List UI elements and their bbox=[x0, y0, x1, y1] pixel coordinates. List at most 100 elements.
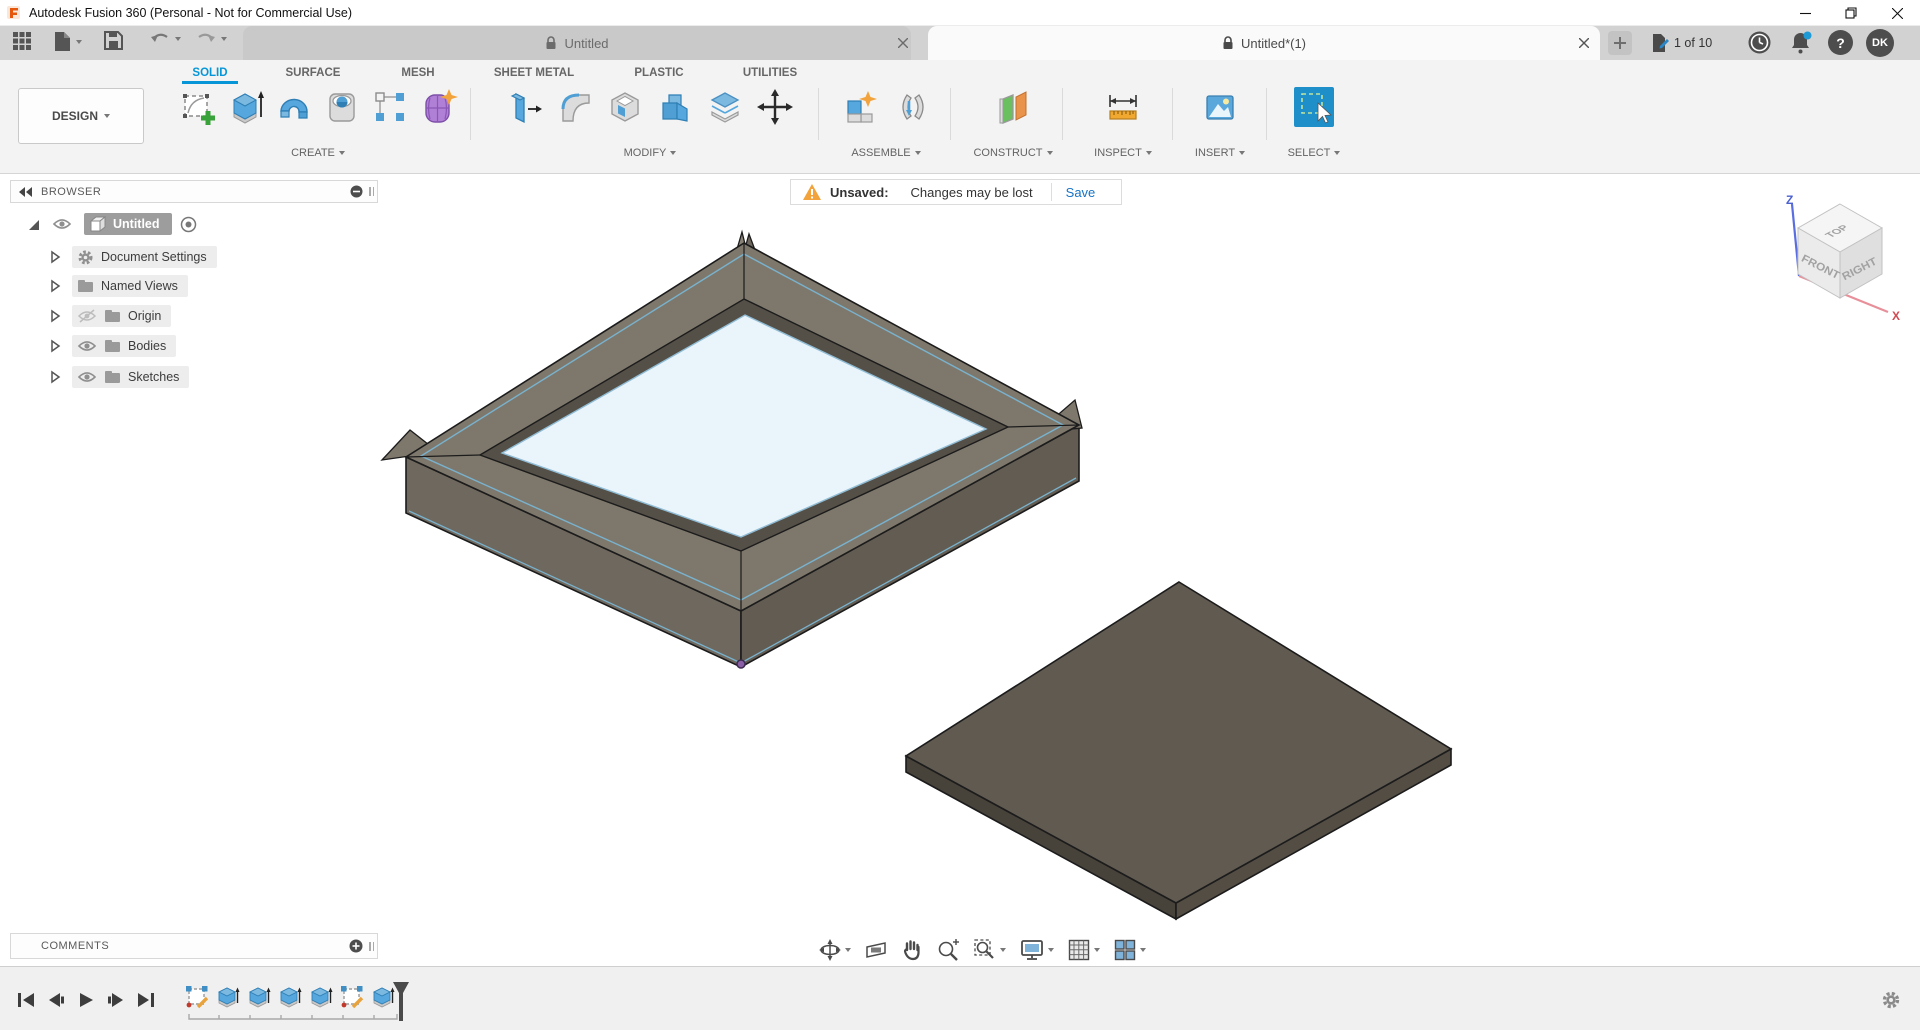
timeline-feature-sketch-2[interactable] bbox=[340, 985, 364, 1009]
fit-button[interactable] bbox=[973, 938, 1006, 962]
revolve-button[interactable] bbox=[274, 87, 314, 127]
chevron-right-icon[interactable] bbox=[50, 370, 61, 384]
group-label-modify[interactable]: MODIFY bbox=[505, 147, 795, 159]
timeline-feature-sketch-1[interactable] bbox=[185, 985, 209, 1009]
chevron-right-icon[interactable] bbox=[50, 339, 61, 353]
zoom-button[interactable] bbox=[936, 938, 960, 962]
new-tab-button[interactable] bbox=[1608, 31, 1632, 55]
minimize-button[interactable] bbox=[1782, 0, 1828, 26]
timeline-step-back-button[interactable] bbox=[45, 989, 67, 1011]
viewports-button[interactable] bbox=[1113, 938, 1146, 962]
save-button[interactable] bbox=[104, 31, 123, 50]
document-tab-untitled-1-active[interactable]: Untitled*(1) bbox=[928, 26, 1600, 60]
timeline-go-to-start-button[interactable] bbox=[15, 989, 37, 1011]
undo-button[interactable] bbox=[150, 31, 181, 47]
browser-item-document-settings[interactable]: Document Settings bbox=[50, 246, 217, 268]
joint-button[interactable] bbox=[892, 87, 932, 127]
restore-button[interactable] bbox=[1828, 0, 1874, 26]
redo-button[interactable] bbox=[196, 31, 227, 47]
file-menu-button[interactable] bbox=[54, 31, 82, 52]
rectangular-pattern-button[interactable] bbox=[370, 87, 410, 127]
browser-item-bodies[interactable]: Bodies bbox=[50, 335, 176, 357]
visibility-eye-icon[interactable] bbox=[77, 370, 97, 384]
look-at-button[interactable] bbox=[864, 939, 888, 961]
document-tab-untitled[interactable]: Untitled bbox=[243, 26, 911, 60]
pan-button[interactable] bbox=[901, 938, 923, 962]
timeline-settings-gear-icon[interactable] bbox=[1881, 990, 1901, 1010]
tab-plastic[interactable]: PLASTIC bbox=[625, 64, 693, 82]
create-sketch-button[interactable] bbox=[178, 87, 218, 127]
group-label-create[interactable]: CREATE bbox=[178, 147, 458, 159]
timeline-play-button[interactable] bbox=[75, 989, 97, 1011]
workspace-selector[interactable]: DESIGN bbox=[18, 88, 144, 144]
new-component-button[interactable] bbox=[840, 87, 880, 127]
group-label-insert[interactable]: INSERT bbox=[1178, 147, 1262, 159]
orbit-button[interactable] bbox=[818, 938, 851, 962]
tab-sheet-metal[interactable]: SHEET METAL bbox=[487, 64, 581, 82]
visibility-off-eye-icon[interactable] bbox=[77, 309, 97, 323]
viewcube[interactable]: TOP FRONT RIGHT Z X bbox=[1778, 190, 1918, 325]
timeline-feature-extrude-4[interactable] bbox=[309, 985, 333, 1009]
offset-face-button[interactable] bbox=[705, 87, 745, 127]
press-pull-button[interactable] bbox=[505, 87, 545, 127]
browser-panel-header[interactable]: BROWSER bbox=[10, 180, 378, 203]
combine-button[interactable] bbox=[655, 87, 695, 127]
help-icon[interactable]: ? bbox=[1828, 30, 1853, 55]
browser-collapse-all-icon[interactable] bbox=[350, 185, 363, 198]
timeline-step-forward-button[interactable] bbox=[105, 989, 127, 1011]
timeline-feature-extrude-2[interactable] bbox=[247, 985, 271, 1009]
extrude-button[interactable] bbox=[226, 87, 266, 127]
select-button[interactable] bbox=[1294, 87, 1334, 127]
timeline-go-to-end-button[interactable] bbox=[135, 989, 157, 1011]
add-comment-icon[interactable] bbox=[349, 939, 363, 953]
close-tab-2-icon[interactable] bbox=[1576, 35, 1592, 51]
construct-plane-button[interactable] bbox=[993, 87, 1033, 127]
group-label-inspect[interactable]: INSPECT bbox=[1078, 147, 1168, 159]
user-avatar[interactable]: DK bbox=[1866, 29, 1894, 57]
apps-grid-icon[interactable] bbox=[12, 31, 32, 51]
tab-utilities[interactable]: UTILITIES bbox=[735, 64, 805, 82]
collapse-panel-icon[interactable] bbox=[19, 187, 33, 197]
chevron-right-icon[interactable] bbox=[50, 279, 61, 293]
browser-item-sketches[interactable]: Sketches bbox=[50, 366, 189, 388]
tab-mesh[interactable]: MESH bbox=[395, 64, 441, 82]
visibility-eye-icon[interactable] bbox=[52, 217, 72, 231]
display-settings-button[interactable] bbox=[1019, 938, 1054, 962]
measure-button[interactable] bbox=[1103, 87, 1143, 127]
comments-resize-grip[interactable] bbox=[369, 942, 374, 951]
browser-resize-grip[interactable] bbox=[369, 187, 374, 196]
browser-root-chip[interactable]: Untitled bbox=[84, 213, 172, 235]
job-status-icon[interactable] bbox=[1747, 30, 1772, 55]
document-tab-bar: Untitled Untitled*(1) 1 of 10 ? bbox=[0, 26, 1920, 60]
grid-settings-button[interactable] bbox=[1067, 938, 1100, 962]
fillet-button[interactable] bbox=[555, 87, 595, 127]
comments-panel-header[interactable]: COMMENTS bbox=[10, 933, 378, 959]
move-copy-button[interactable] bbox=[755, 87, 795, 127]
document-edit-icon bbox=[1652, 33, 1669, 53]
timeline-feature-extrude-3[interactable] bbox=[278, 985, 302, 1009]
chevron-right-icon[interactable] bbox=[50, 250, 61, 264]
activate-component-radio-icon[interactable] bbox=[180, 216, 197, 233]
browser-root-row[interactable]: Untitled bbox=[26, 213, 197, 235]
timeline-feature-extrude-1[interactable] bbox=[216, 985, 240, 1009]
browser-item-origin[interactable]: Origin bbox=[50, 305, 171, 327]
group-label-construct[interactable]: CONSTRUCT bbox=[968, 147, 1058, 159]
group-label-select[interactable]: SELECT bbox=[1272, 147, 1356, 159]
shell-button[interactable] bbox=[605, 87, 645, 127]
expand-arrow-icon[interactable] bbox=[26, 217, 41, 232]
save-link[interactable]: Save bbox=[1066, 185, 1096, 200]
browser-item-named-views[interactable]: Named Views bbox=[50, 275, 188, 297]
tab-solid[interactable]: SOLID bbox=[184, 64, 236, 82]
close-tab-1-icon[interactable] bbox=[895, 35, 911, 51]
insert-canvas-button[interactable] bbox=[1200, 87, 1240, 127]
tab-label: Untitled*(1) bbox=[1241, 36, 1306, 51]
hole-button[interactable] bbox=[322, 87, 362, 127]
chevron-right-icon[interactable] bbox=[50, 309, 61, 323]
notifications-bell-icon[interactable] bbox=[1788, 30, 1813, 55]
group-label-assemble[interactable]: ASSEMBLE bbox=[840, 147, 932, 159]
create-form-button[interactable] bbox=[418, 87, 458, 127]
close-window-button[interactable] bbox=[1874, 0, 1920, 26]
visibility-eye-icon[interactable] bbox=[77, 339, 97, 353]
tab-surface[interactable]: SURFACE bbox=[282, 64, 344, 82]
version-indicator[interactable]: 1 of 10 bbox=[1652, 33, 1712, 53]
